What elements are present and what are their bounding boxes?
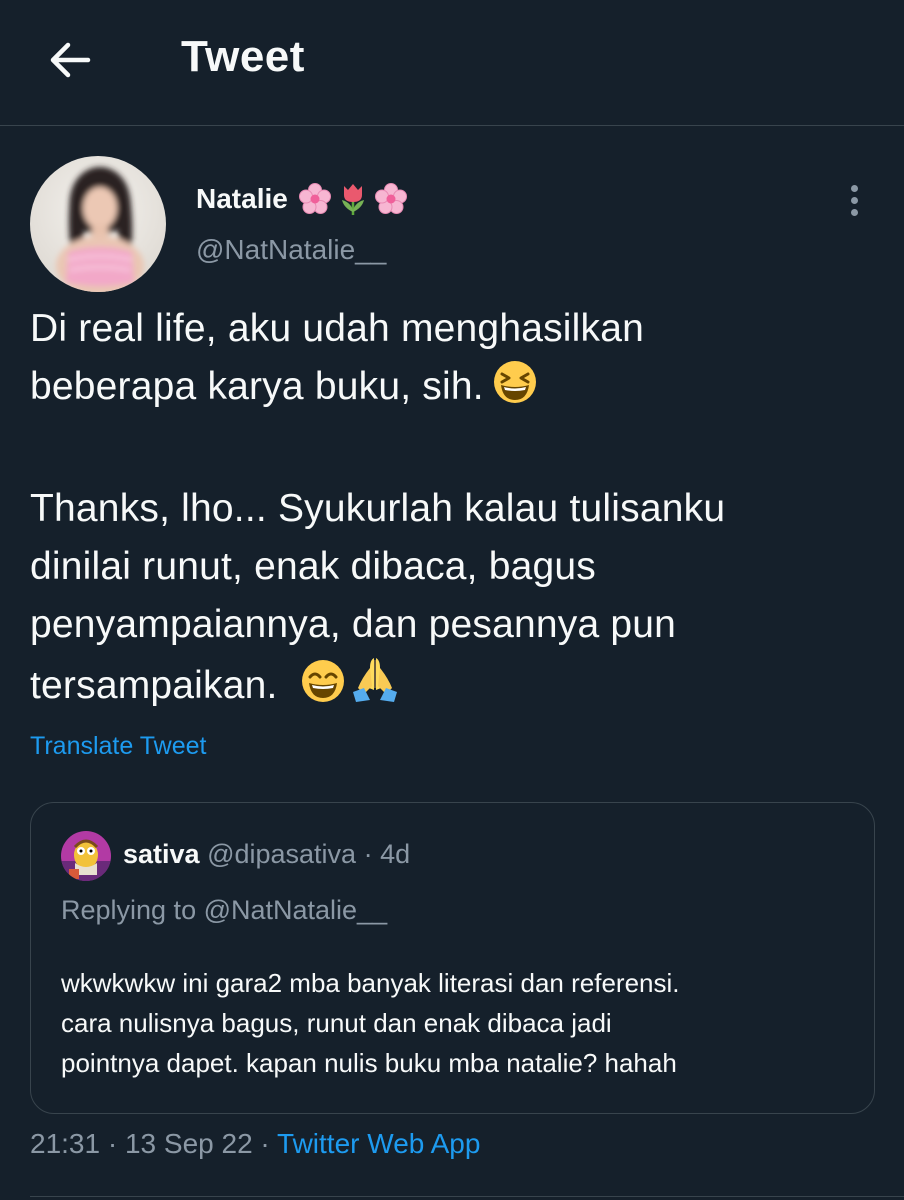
cherry-blossom-icon xyxy=(374,183,407,214)
page-title: Tweet xyxy=(181,32,305,81)
more-options-button[interactable] xyxy=(838,180,870,220)
quoted-author-name[interactable]: sativa xyxy=(123,839,200,869)
grinning-face-smiling-eyes-icon xyxy=(300,658,346,721)
more-dot xyxy=(850,208,858,216)
tweet-line: dinilai runut, enak dibaca, bagus xyxy=(30,545,596,588)
author-handle[interactable]: @NatNatalie__ xyxy=(196,234,386,266)
tweet-line: Di real life, aku udah menghasilkan xyxy=(30,307,645,350)
tweet-line: Thanks, lho... Syukurlah kalau tulisanku xyxy=(30,487,726,530)
author-name-row[interactable]: Natalie xyxy=(196,182,412,216)
more-dot xyxy=(850,196,858,204)
quoted-author-handle[interactable]: @dipasativa xyxy=(207,839,356,869)
tweet-meta: 21:31 · 13 Sep 22 · Twitter Web App xyxy=(30,1128,480,1160)
more-dot xyxy=(850,184,858,192)
author-display-name[interactable]: Natalie xyxy=(196,183,288,215)
tweet-line: penyampaiannya, dan pesannya pun xyxy=(30,603,677,646)
quoted-tweet[interactable]: sativa @dipasativa · 4d Replying to @Nat… xyxy=(30,802,875,1114)
cherry-blossom-icon xyxy=(298,183,331,214)
translate-tweet-link[interactable]: Translate Tweet xyxy=(30,732,206,761)
divider xyxy=(30,1196,904,1197)
folded-hands-icon xyxy=(350,654,400,721)
tweet-date[interactable]: 13 Sep 22 xyxy=(125,1128,253,1159)
quoted-line: cara nulisnya bagus, runut dan enak diba… xyxy=(61,1008,612,1038)
name-emojis xyxy=(298,182,412,216)
tweet-line-text: tersampaikan. xyxy=(30,664,278,707)
quoted-tweet-time[interactable]: 4d xyxy=(380,839,410,869)
quoted-line: pointnya dapet. kapan nulis buku mba nat… xyxy=(61,1048,677,1078)
tweet-time[interactable]: 21:31 xyxy=(30,1128,100,1159)
separator-dot: · xyxy=(363,839,373,869)
separator-dot: · xyxy=(107,1128,118,1159)
quoted-line: wkwkwkw ini gara2 mba banyak literasi da… xyxy=(61,968,680,998)
author-avatar[interactable] xyxy=(30,156,166,292)
separator-dot: · xyxy=(260,1128,270,1159)
replying-to-label: Replying to @NatNatalie__ xyxy=(61,895,388,925)
grinning-squinting-face-icon xyxy=(492,359,538,422)
top-bar: Tweet xyxy=(0,0,904,126)
tweet-text: Di real life, aku udah menghasilkan bebe… xyxy=(30,300,880,721)
tweet-source-link[interactable]: Twitter Web App xyxy=(277,1128,480,1159)
back-button[interactable] xyxy=(44,34,96,86)
tulip-icon xyxy=(341,184,364,215)
arrow-left-icon xyxy=(50,42,91,78)
quoted-tweet-header: sativa @dipasativa · 4d xyxy=(123,839,410,870)
tweet-line: beberapa karya buku, sih. xyxy=(30,358,880,422)
tweet-line: tersampaikan. xyxy=(30,654,880,721)
quoted-tweet-text: wkwkwkw ini gara2 mba banyak literasi da… xyxy=(61,963,861,1083)
tweet-line-text: beberapa karya buku, sih. xyxy=(30,365,484,408)
quoted-author-avatar[interactable] xyxy=(61,831,111,881)
